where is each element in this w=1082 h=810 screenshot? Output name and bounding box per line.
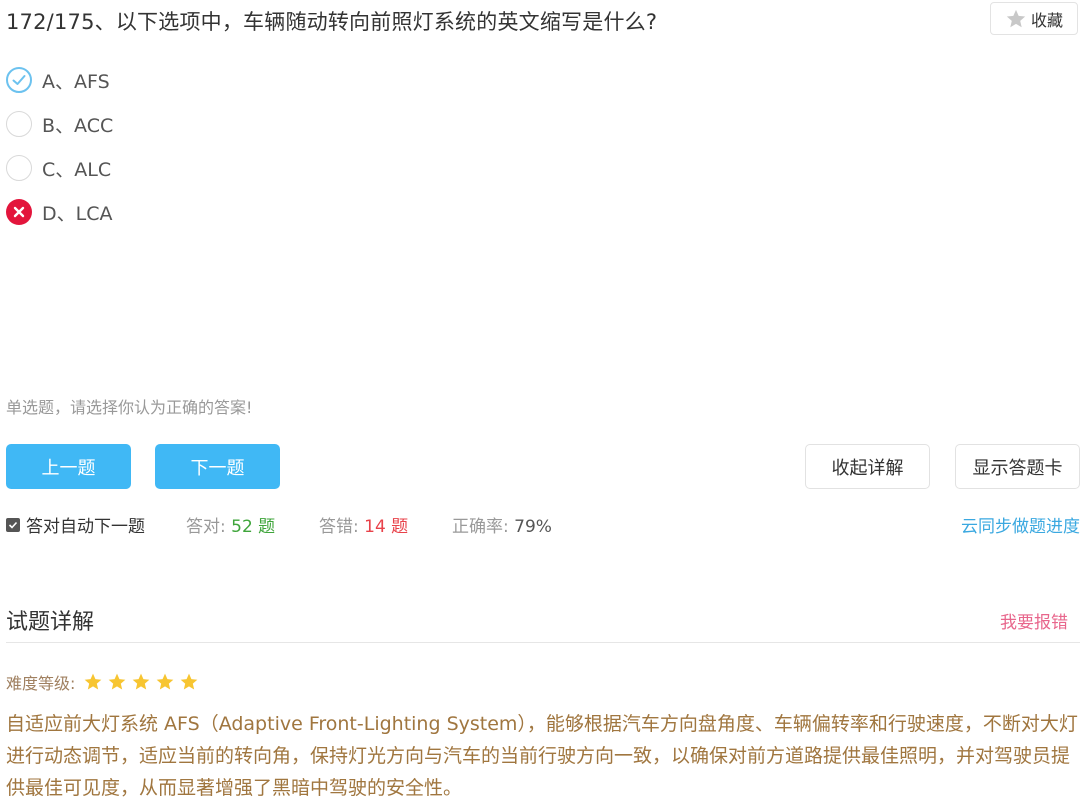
difficulty-rating: 难度等级: [6, 670, 199, 694]
option-d[interactable]: D、LCA [6, 198, 112, 226]
accuracy-rate: 正确率: 79% [452, 512, 552, 537]
prev-question-button[interactable]: 上一题 [6, 444, 131, 489]
auto-next-label: 答对自动下一题 [26, 517, 145, 537]
favorite-button[interactable]: 收藏 [990, 2, 1078, 35]
cloud-sync-link[interactable]: 云同步做题进度 [961, 512, 1080, 537]
checkbox-checked-icon [6, 517, 20, 532]
option-c[interactable]: C、ALC [6, 154, 111, 182]
star-icon [181, 673, 198, 690]
favorite-label: 收藏 [1030, 10, 1063, 30]
radio-icon [6, 155, 32, 181]
option-label: B、ACC [42, 114, 114, 137]
star-icon [109, 673, 126, 690]
check-icon [6, 67, 32, 93]
question-title: 172/175、以下选项中，车辆随动转向前照灯系统的英文缩写是什么? [6, 10, 658, 34]
correct-count-value: 52 题 [231, 517, 276, 537]
accuracy-rate-value: 79% [514, 517, 552, 537]
option-label: C、ALC [42, 158, 112, 181]
auto-next-checkbox[interactable]: 答对自动下一题 [6, 512, 145, 537]
report-error-link[interactable]: 我要报错 [1000, 608, 1068, 633]
radio-icon [6, 111, 32, 137]
explanation-title: 试题详解 [6, 610, 95, 635]
correct-count: 答对: 52 题 [186, 512, 275, 537]
question-hint: 单选题，请选择你认为正确的答案! [6, 398, 253, 417]
close-icon [6, 199, 32, 225]
wrong-count: 答错: 14 题 [319, 512, 408, 537]
star-icon [157, 673, 174, 690]
wrong-count-label: 答错: [319, 517, 359, 537]
explanation-text: 自适应前大灯系统 AFS（Adaptive Front-Lighting Sys… [6, 713, 1078, 799]
accuracy-rate-label: 正确率: [452, 517, 509, 537]
stats-row: 答对自动下一题 答对: 52 题 答错: 14 题 正确率: 79% 云同步做题… [6, 510, 1080, 537]
collapse-explanation-button[interactable]: 收起详解 [805, 444, 930, 489]
option-label: A、AFS [42, 70, 110, 93]
show-answer-card-button[interactable]: 显示答题卡 [955, 444, 1080, 489]
correct-count-label: 答对: [186, 517, 226, 537]
divider [6, 642, 1080, 643]
option-label: D、LCA [42, 202, 113, 225]
next-question-button[interactable]: 下一题 [155, 444, 280, 489]
option-b[interactable]: B、ACC [6, 110, 113, 138]
star-icon [85, 673, 102, 690]
difficulty-stars [83, 672, 199, 692]
star-icon [1006, 9, 1026, 27]
wrong-count-value: 14 题 [364, 517, 409, 537]
option-a[interactable]: A、AFS [6, 66, 110, 94]
difficulty-label: 难度等级: [6, 674, 76, 693]
star-icon [133, 673, 150, 690]
